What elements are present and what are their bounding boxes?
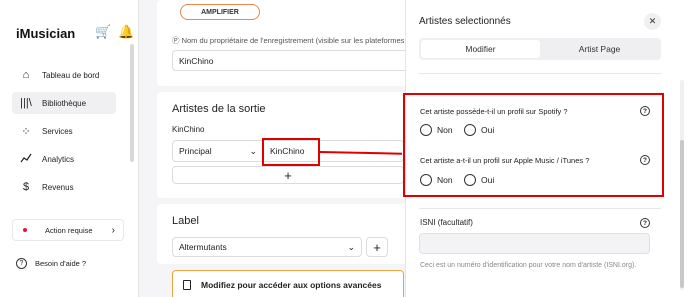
sidebar-scrollbar[interactable] <box>130 44 134 162</box>
divider <box>419 73 661 74</box>
panel-tabs: Modifier Artist Page <box>419 38 661 60</box>
chevron-down-icon: ⌄ <box>249 145 257 156</box>
services-icon: ⁘ <box>21 125 31 138</box>
upgrade-notice: Modifiez pour accéder aux options avancé… <box>172 270 404 297</box>
sidebar-item-label: Services <box>42 126 73 136</box>
sidebar-item-services[interactable]: ⁘ Services <box>12 120 116 142</box>
help-label: Besoin d'aide ? <box>35 259 87 268</box>
chevron-down-icon: ⌄ <box>347 241 355 252</box>
tab-modifier[interactable]: Modifier <box>421 40 540 58</box>
owner-input[interactable]: KinChino <box>172 50 412 71</box>
close-icon[interactable]: ✕ <box>644 13 661 30</box>
app-logo: iMusician <box>16 26 76 41</box>
plus-icon: + <box>284 167 292 183</box>
annotation-box-artist <box>262 138 320 166</box>
panel-scrollbar[interactable] <box>680 80 684 290</box>
label-section-title: Label <box>172 215 199 227</box>
bell-icon[interactable]: 🔔 <box>118 24 134 40</box>
selected-artists-panel: Artistes selectionnés ✕ Modifier Artist … <box>403 0 690 297</box>
sidebar: iMusician 🛒 🔔 ⌂ Tableau de bord |||\ Bib… <box>0 0 139 297</box>
role-select[interactable]: Principal ⌄ <box>172 140 264 162</box>
library-icon: |||\ <box>20 97 32 109</box>
divider <box>419 208 661 209</box>
home-icon: ⌂ <box>22 69 30 81</box>
upgrade-title: Modifiez pour accéder aux options avancé… <box>201 280 382 290</box>
sidebar-item-library[interactable]: |||\ Bibliothèque <box>12 92 116 114</box>
amplifier-button[interactable]: AMPLIFIER <box>180 4 260 20</box>
sidebar-item-dashboard[interactable]: ⌂ Tableau de bord <box>12 64 116 86</box>
artist-name: KinChino <box>172 125 205 134</box>
annotation-box-profiles <box>403 93 664 197</box>
tab-artist-page[interactable]: Artist Page <box>540 40 659 58</box>
isni-help-text: Ceci est un numéro d'identification pour… <box>420 262 637 269</box>
analytics-icon <box>16 153 36 166</box>
cart-icon[interactable]: 🛒 <box>95 24 111 40</box>
scrollbar-thumb[interactable] <box>680 140 684 288</box>
status-dot <box>23 228 27 232</box>
sidebar-item-label: Analytics <box>42 154 75 164</box>
action-required-button[interactable]: Action requise › <box>12 219 124 241</box>
revenue-icon: $ <box>22 181 30 193</box>
add-artist-button[interactable]: + <box>172 166 404 184</box>
question-icon: ? <box>16 258 27 269</box>
panel-title: Artistes selectionnés <box>419 16 511 27</box>
plus-icon: + <box>373 239 381 255</box>
action-required-label: Action requise <box>45 225 93 235</box>
sidebar-item-label: Bibliothèque <box>42 98 87 108</box>
add-label-button[interactable]: + <box>366 237 388 257</box>
isni-label: ISNI (facultatif) <box>420 218 473 227</box>
sidebar-item-revenue[interactable]: $ Revenus <box>12 176 116 198</box>
help-link[interactable]: ? Besoin d'aide ? <box>16 258 86 269</box>
info-icon[interactable]: ? <box>640 218 650 228</box>
label-select[interactable]: Altermutants ⌄ <box>172 237 362 257</box>
artists-section-title: Artistes de la sortie <box>172 103 266 115</box>
lock-icon <box>183 280 191 290</box>
sidebar-item-label: Revenus <box>42 182 74 192</box>
label-value: Altermutants <box>179 242 227 252</box>
isni-input[interactable] <box>419 233 650 254</box>
role-value: Principal <box>179 146 212 156</box>
chevron-right-icon: › <box>111 224 115 236</box>
sidebar-item-analytics[interactable]: Analytics <box>12 148 116 170</box>
sidebar-item-label: Tableau de bord <box>42 70 100 80</box>
owner-label: Ⓟ Nom du propriétaire de l'enregistremen… <box>172 36 405 45</box>
